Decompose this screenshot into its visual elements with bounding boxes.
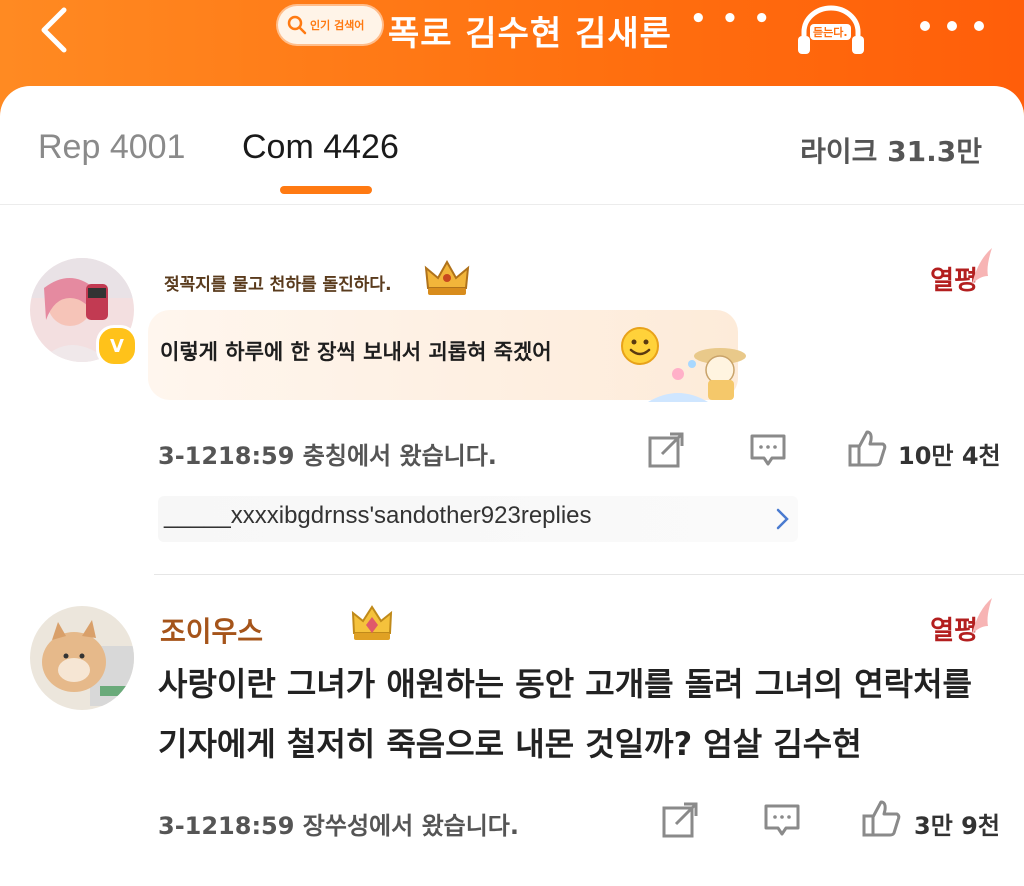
reply-comment-icon[interactable] (762, 800, 802, 840)
comment-text-line-2: 기자에게 철저히 죽음으로 내몬 것일까? 엄살 김수현 (158, 725, 862, 763)
tab-like[interactable]: 라이크 31.3만 (800, 130, 982, 170)
dot-icon (920, 21, 930, 31)
active-tab-indicator (280, 186, 372, 194)
comment-username[interactable]: 조이우스 (160, 610, 263, 650)
thumbs-up-icon[interactable] (862, 798, 902, 838)
replies-link[interactable]: _____xxxxibgdrnss'sandother923replies (158, 496, 798, 542)
share-icon[interactable] (660, 800, 700, 840)
thumbs-up-icon[interactable] (848, 428, 888, 468)
hot-search-pill[interactable]: 인기 검색어 (278, 6, 382, 44)
avatar[interactable] (30, 606, 134, 710)
like-count: 10만 4천 (898, 442, 1001, 470)
tab-com[interactable]: Com 4426 (242, 128, 399, 167)
character-sticker-icon (648, 348, 746, 402)
tab-rep[interactable]: Rep 4001 (38, 128, 185, 167)
wing-decoration-icon (972, 248, 992, 284)
listen-label: 듣는다. (810, 24, 851, 40)
avatar-image (30, 606, 134, 710)
topic-ellipsis: • • • (690, 4, 773, 34)
topic-title[interactable]: 폭로 김수현 김새론 (388, 6, 672, 55)
crown-badge-icon (424, 259, 470, 295)
search-icon (287, 15, 307, 35)
back-chevron-icon[interactable] (30, 4, 80, 54)
replies-text: _____xxxxibgdrnss'sandother923replies (164, 502, 592, 529)
comment-divider (154, 574, 1024, 575)
comment-text: 이렇게 하루에 한 장씩 보내서 괴롭혀 죽겠어 (160, 340, 552, 364)
like-count: 3만 9천 (914, 812, 1000, 840)
comment-meta: 3-1218:59 장쑤성에서 왔습니다. (158, 812, 520, 840)
chevron-right-icon (776, 508, 789, 530)
comment-meta: 3-1218:59 충칭에서 왔습니다. (158, 442, 497, 470)
tab-bar: Rep 4001 Com 4426 라이크 31.3만 (0, 86, 1024, 205)
hot-search-label: 인기 검색어 (310, 19, 365, 32)
crown-badge-icon (351, 605, 393, 640)
reply-comment-icon[interactable] (748, 430, 788, 470)
verified-badge-icon: V (96, 325, 138, 367)
more-options-button[interactable] (920, 6, 984, 46)
share-icon[interactable] (646, 430, 686, 470)
wing-decoration-icon (972, 598, 992, 634)
comment-username[interactable]: 젖꼭지를 물고 천하를 돌진하다. (164, 270, 392, 295)
dot-icon (974, 21, 984, 31)
dot-icon (947, 21, 957, 31)
listen-button[interactable]: 듣는다. (796, 2, 866, 58)
